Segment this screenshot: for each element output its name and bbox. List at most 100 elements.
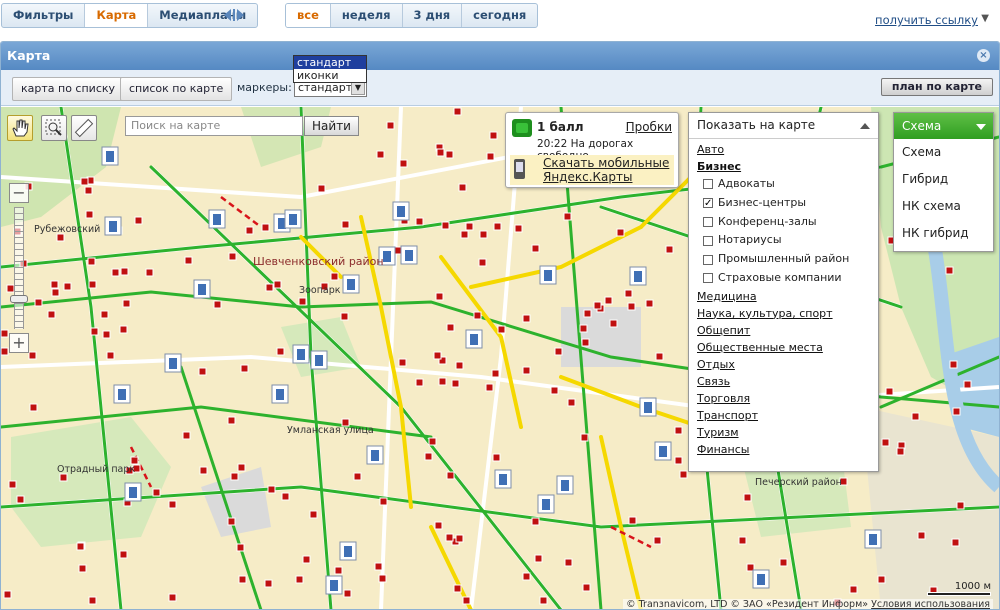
chevron-down-icon[interactable] (976, 124, 986, 130)
map-marker[interactable] (376, 150, 385, 159)
map-marker[interactable] (451, 379, 460, 388)
map-marker[interactable] (963, 380, 972, 389)
layer-category[interactable]: Наука, культура, спорт (697, 305, 878, 322)
map-marker[interactable] (78, 564, 87, 573)
map-marker[interactable] (264, 579, 273, 588)
map-marker[interactable] (779, 558, 788, 567)
map-marker[interactable] (522, 572, 531, 581)
map-marker[interactable] (674, 426, 683, 435)
map-marker[interactable] (428, 437, 437, 446)
layer-category[interactable]: Отдых (697, 356, 878, 373)
map-marker[interactable] (276, 347, 285, 356)
map-marker[interactable] (446, 471, 455, 480)
map-marker[interactable] (85, 210, 94, 219)
map-marker[interactable] (245, 226, 254, 235)
map-marker[interactable] (539, 596, 548, 605)
map-type-option[interactable]: НК гибрид (894, 220, 993, 247)
map-marker[interactable] (485, 383, 494, 392)
map-marker[interactable] (849, 585, 858, 594)
map-marker[interactable] (956, 501, 965, 510)
map-marker[interactable] (952, 407, 961, 416)
map-type-option[interactable]: НК схема (894, 193, 993, 220)
map-marker[interactable] (227, 416, 236, 425)
layer-subitem[interactable]: Нотариусы (697, 231, 878, 250)
map-marker[interactable] (514, 224, 523, 233)
map-marker[interactable] (84, 186, 93, 195)
map-marker[interactable] (378, 574, 387, 583)
layer-category[interactable]: Торговля (697, 390, 878, 407)
map-marker[interactable] (125, 466, 134, 475)
map-marker[interactable] (424, 452, 433, 461)
map-marker[interactable] (88, 596, 97, 605)
tab-map[interactable]: Карта (85, 4, 149, 27)
plan-by-map-button[interactable]: план по карте (880, 78, 993, 96)
map-marker[interactable] (47, 310, 56, 319)
map-marker[interactable] (465, 222, 474, 231)
map-marker[interactable] (3, 590, 12, 599)
map-marker[interactable] (102, 330, 111, 339)
business-center-icon[interactable] (392, 201, 410, 221)
map-marker[interactable] (132, 464, 141, 473)
map-marker[interactable] (265, 283, 274, 292)
map-marker[interactable] (1, 329, 9, 338)
map-marker[interactable] (87, 257, 96, 266)
map-marker[interactable] (230, 472, 239, 481)
map-marker[interactable] (106, 351, 115, 360)
business-center-icon[interactable] (310, 350, 328, 370)
layer-category[interactable]: Общественные места (697, 339, 878, 356)
map-marker[interactable] (152, 488, 161, 497)
map-marker[interactable] (441, 221, 450, 230)
map-marker[interactable] (604, 296, 613, 305)
map-type-selected[interactable]: Схема (894, 113, 993, 139)
mobile-download-line1[interactable]: Скачать мобильные (543, 156, 669, 170)
map-marker[interactable] (616, 228, 625, 237)
mobile-download-line2[interactable]: Яндекс.Карты (543, 170, 632, 184)
checkbox[interactable] (703, 254, 713, 265)
map-marker[interactable] (522, 314, 531, 323)
map-marker[interactable] (563, 212, 572, 221)
map-marker[interactable] (130, 456, 139, 465)
map-marker[interactable] (88, 280, 97, 289)
layer-subitem[interactable]: Страховые компании (697, 269, 878, 288)
business-center-icon[interactable] (113, 384, 131, 404)
map-marker[interactable] (298, 297, 307, 306)
chevron-up-icon[interactable] (860, 123, 870, 129)
map-marker[interactable] (50, 280, 59, 289)
map-marker[interactable] (341, 418, 350, 427)
business-center-icon[interactable] (629, 266, 647, 286)
business-center-icon[interactable] (366, 445, 384, 465)
map-marker[interactable] (415, 217, 424, 226)
chevron-down-icon[interactable]: ▼ (351, 81, 365, 95)
map-marker[interactable] (497, 325, 506, 334)
map-marker[interactable] (343, 589, 352, 598)
map-marker[interactable] (458, 183, 467, 192)
map-marker[interactable] (433, 351, 442, 360)
map-marker[interactable] (80, 177, 89, 186)
map-marker[interactable] (1, 347, 9, 356)
map-marker[interactable] (16, 495, 25, 504)
map-marker[interactable] (581, 338, 590, 347)
map-marker[interactable] (317, 184, 326, 193)
map-marker[interactable] (881, 438, 890, 447)
tab-filters[interactable]: Фильтры (2, 4, 86, 27)
map-marker[interactable] (134, 216, 143, 225)
zoom-in-button[interactable]: + (9, 333, 29, 353)
business-center-icon[interactable] (654, 441, 672, 461)
map-marker[interactable] (453, 107, 462, 116)
business-center-icon[interactable] (104, 216, 122, 236)
map-marker[interactable] (240, 364, 249, 373)
map-marker[interactable] (486, 152, 495, 161)
map-marker[interactable] (534, 554, 543, 563)
layer-subitem[interactable]: Промышленный район (697, 250, 878, 269)
map-marker[interactable] (628, 516, 637, 525)
tab-period-3days[interactable]: 3 дня (403, 4, 463, 27)
map-marker[interactable] (453, 584, 462, 593)
ruler-icon[interactable] (71, 115, 97, 141)
business-center-icon[interactable] (208, 209, 226, 229)
markers-option[interactable]: стандарт (294, 56, 366, 69)
map-marker[interactable] (446, 323, 455, 332)
map-marker[interactable] (743, 493, 752, 502)
business-center-icon[interactable] (539, 265, 557, 285)
map-marker[interactable] (119, 325, 128, 334)
map-marker[interactable] (911, 412, 920, 421)
